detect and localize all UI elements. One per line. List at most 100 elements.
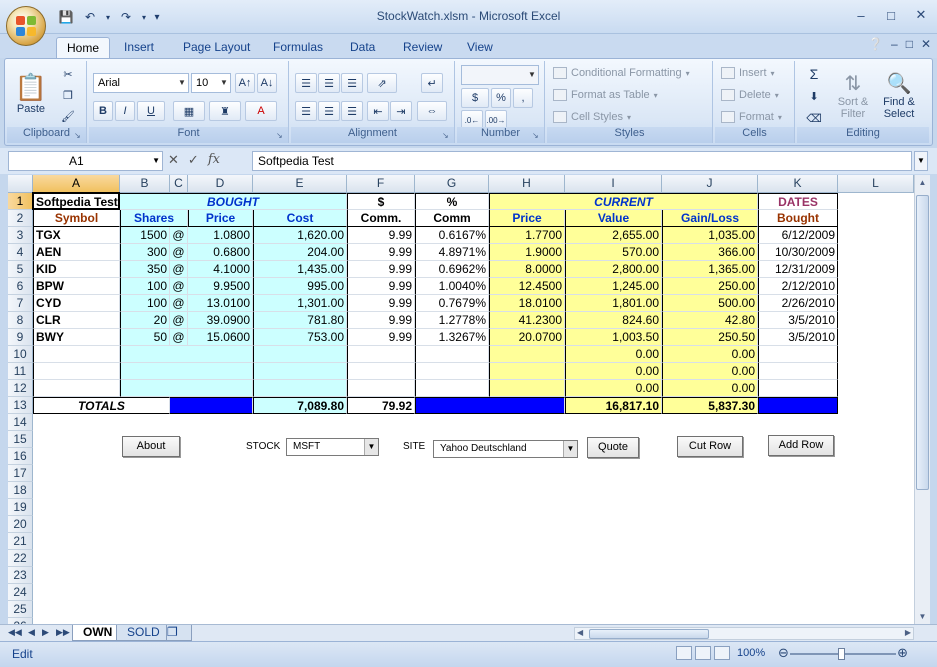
cell-date-bought[interactable] [758,380,838,397]
cell-date-bought[interactable]: 2/12/2010 [758,278,838,295]
row-header[interactable]: 14 [8,414,33,431]
row-header[interactable]: 25 [8,601,33,618]
align-right-button[interactable]: ☰ [341,101,363,121]
cell-totals-fill[interactable] [415,397,565,414]
cell-commission-pct[interactable]: 4.8971% [415,244,489,261]
first-sheet-icon[interactable]: ◀◀ [8,627,22,638]
cell-cost[interactable]: 1,301.00 [253,295,347,312]
cell-buy-price[interactable]: 9.9500 [188,278,253,295]
cell-cost[interactable]: 1,620.00 [253,227,347,244]
next-sheet-icon[interactable]: ▶ [42,627,49,638]
font-name-combo[interactable]: Arial ▼ [93,73,189,93]
worksheet-grid[interactable]: A B C D E F G H I J K L 1 2 3 4 5 6 7 8 9 10 11 12 1… [8,175,914,625]
select-all-corner[interactable] [8,175,33,193]
confirm-entry-icon[interactable]: ✓ [188,152,199,168]
cell-at[interactable]: @ [170,329,188,346]
cell-cost[interactable]: 781.80 [253,312,347,329]
column-header-e[interactable]: E [253,175,347,193]
borders-button[interactable]: ▦ [173,101,205,121]
page-layout-view-icon[interactable] [695,646,711,660]
cell-commission[interactable]: 9.99 [347,295,415,312]
cell-symbol[interactable]: CLR [33,312,120,329]
cell-buy-price[interactable]: 1.0800 [188,227,253,244]
tab-page-layout[interactable]: Page Layout [173,37,260,58]
column-header-i[interactable]: I [565,175,662,193]
cell-d2[interactable]: Price [188,210,253,227]
fill-color-button[interactable]: ♜ [209,101,241,121]
cell-date-bought[interactable]: 2/26/2010 [758,295,838,312]
cell-e2[interactable]: Cost [253,210,347,227]
column-header-b[interactable]: B [120,175,170,193]
about-button[interactable]: About [122,436,180,457]
copy-icon[interactable]: ❐ [57,86,79,104]
tab-formulas[interactable]: Formulas [263,37,333,58]
row-header[interactable]: 21 [8,533,33,550]
cell-current-price[interactable]: 20.0700 [489,329,565,346]
site-combo[interactable]: Yahoo Deutschland ▼ [433,440,578,458]
cell-commission-pct[interactable]: 0.6167% [415,227,489,244]
row-header[interactable]: 24 [8,584,33,601]
row-header[interactable]: 2 [8,210,33,227]
clear-icon[interactable]: ⌫ [801,109,827,127]
row-header[interactable]: 17 [8,465,33,482]
cell-bought-empty[interactable] [120,363,253,380]
tab-home[interactable]: Home [56,37,111,58]
row-header[interactable]: 10 [8,346,33,363]
column-header-g[interactable]: G [415,175,489,193]
cut-icon[interactable]: ✂ [57,65,79,83]
cell-at[interactable]: @ [170,244,188,261]
cell-buy-price[interactable]: 4.1000 [188,261,253,278]
cell-value[interactable]: 1,245.00 [565,278,662,295]
cell-h2[interactable]: Price [489,210,565,227]
cell-at[interactable]: @ [170,261,188,278]
currency-button[interactable]: $ [461,88,489,108]
horizontal-scroll-thumb[interactable] [589,629,709,639]
font-dialog-icon[interactable]: ↘ [276,131,286,141]
cell-buy-price[interactable]: 13.0100 [188,295,253,312]
column-header-k[interactable]: K [758,175,838,193]
cell-shares[interactable]: 350 [120,261,170,278]
normal-view-icon[interactable] [676,646,692,660]
page-break-view-icon[interactable] [714,646,730,660]
cell-shares[interactable]: 50 [120,329,170,346]
cell-commission-pct[interactable]: 0.6962% [415,261,489,278]
cell-current-price[interactable]: 1.7700 [489,227,565,244]
delete-cells-button[interactable]: Delete ▾ [721,89,779,101]
cell-at[interactable]: @ [170,227,188,244]
merge-center-button[interactable]: ⇔ [417,101,447,121]
number-dialog-icon[interactable]: ↘ [532,131,542,141]
percent-button[interactable]: % [491,88,511,108]
cell-cost[interactable]: 204.00 [253,244,347,261]
cell-current-price[interactable]: 8.0000 [489,261,565,278]
cell-date-bought[interactable]: 3/5/2010 [758,312,838,329]
cell-gain-loss[interactable]: 1,035.00 [662,227,758,244]
cell-commission[interactable]: 9.99 [347,261,415,278]
cut-row-button[interactable]: Cut Row [677,436,743,457]
cell-j2[interactable]: Gain/Loss [662,210,758,227]
tab-data[interactable]: Data [340,37,385,58]
cell-totals-fill[interactable] [170,397,253,414]
cell-commission-pct[interactable] [415,346,489,363]
quote-button[interactable]: Quote [587,437,639,458]
workbook-restore-icon[interactable]: □ [906,37,913,51]
cell-gain-loss[interactable]: 42.80 [662,312,758,329]
sort-filter-button[interactable]: ⇅ Sort & Filter [833,65,873,125]
vertical-scroll-thumb[interactable] [916,195,929,490]
cell-date-bought[interactable]: 10/30/2009 [758,244,838,261]
cell-gain-loss[interactable]: 250.00 [662,278,758,295]
vertical-scrollbar[interactable]: ▲ ▼ [914,175,930,625]
align-top-button[interactable]: ☰ [295,73,317,93]
align-middle-button[interactable]: ☰ [318,73,340,93]
cell-g1[interactable]: % [415,193,489,210]
cell-cost[interactable]: 753.00 [253,329,347,346]
cell-value[interactable]: 824.60 [565,312,662,329]
decrease-indent-button[interactable]: ⇤ [367,101,389,121]
tab-insert[interactable]: Insert [114,37,164,58]
cell-cost[interactable] [253,380,347,397]
cell-symbol[interactable] [33,380,120,397]
cell-b2[interactable]: Shares [120,210,188,227]
workbook-minimize-icon[interactable]: – [891,37,898,51]
fill-icon[interactable]: ⬇ [801,87,827,105]
cell-gain-loss[interactable]: 1,365.00 [662,261,758,278]
row-header[interactable]: 20 [8,516,33,533]
